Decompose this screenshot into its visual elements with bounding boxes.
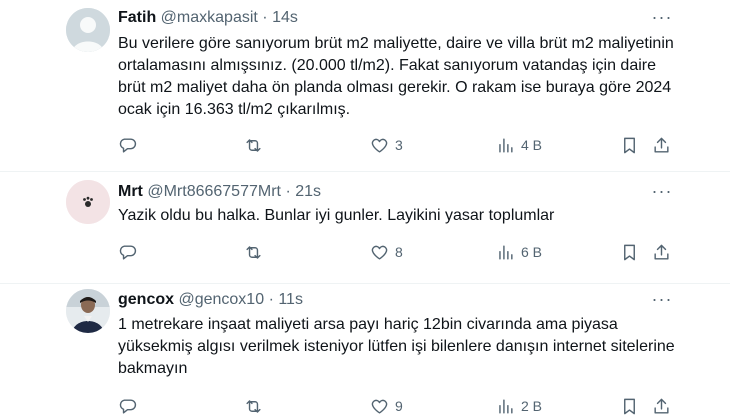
tweet[interactable]: gencox @gencox10 · 11s ··· 1 metrekare i… — [0, 284, 730, 420]
retweet-icon — [246, 399, 261, 413]
author-handle[interactable]: @Mrt86667577Mrt — [147, 183, 281, 200]
bookmark-icon — [624, 398, 635, 414]
more-options-icon[interactable]: ··· — [650, 290, 674, 312]
views-button[interactable]: 4 B — [496, 133, 542, 157]
like-button[interactable]: 8 — [370, 240, 403, 264]
tweet-actions: 3 4 B — [110, 133, 680, 157]
reply-icon — [119, 137, 137, 153]
retweet-button[interactable] — [244, 133, 269, 157]
heart-icon — [371, 245, 388, 260]
tweet[interactable]: Fatih @maxkapasit · 14s ··· Bu verilere … — [0, 0, 730, 171]
reply-button[interactable] — [118, 240, 143, 264]
separator: · — [268, 291, 274, 308]
default-avatar-icon — [66, 8, 110, 52]
share-icon — [654, 244, 669, 260]
author-name[interactable]: Mrt — [118, 183, 143, 200]
retweet-icon — [246, 245, 261, 259]
tweet-header: Mrt @Mrt86667577Mrt · 21s — [118, 182, 321, 202]
analytics-icon — [499, 137, 513, 153]
heart-icon — [371, 399, 388, 414]
tweet-actions: 8 6 B — [110, 240, 680, 264]
retweet-icon — [246, 138, 261, 152]
bookmark-button[interactable] — [620, 240, 639, 264]
bookmark-icon — [624, 244, 635, 260]
timestamp[interactable]: 11s — [278, 291, 303, 308]
more-options-icon[interactable]: ··· — [650, 182, 674, 204]
author-name[interactable]: Fatih — [118, 9, 156, 26]
bookmark-button[interactable] — [620, 394, 639, 418]
share-icon — [654, 137, 669, 153]
tweet-actions: 9 2 B — [110, 394, 680, 418]
separator: · — [262, 9, 268, 26]
view-count: 2 B — [521, 398, 543, 414]
avatar[interactable] — [66, 8, 110, 52]
analytics-icon — [499, 244, 513, 260]
avatar[interactable] — [66, 180, 110, 224]
like-button[interactable]: 3 — [370, 133, 403, 157]
views-button[interactable]: 6 B — [496, 240, 542, 264]
like-count: 9 — [395, 398, 403, 414]
retweet-button[interactable] — [244, 394, 269, 418]
retweet-button[interactable] — [244, 240, 269, 264]
views-button[interactable]: 2 B — [496, 394, 542, 418]
author-handle[interactable]: @maxkapasit — [161, 9, 258, 26]
share-icon — [654, 398, 669, 414]
bookmark-icon — [624, 137, 635, 153]
more-options-icon[interactable]: ··· — [650, 8, 674, 30]
paw-avatar-icon — [66, 180, 110, 224]
tweet-text: Bu verilere göre sanıyorum brüt m2 maliy… — [118, 35, 674, 118]
photo-avatar-icon — [66, 289, 110, 333]
tweet-text: Yazik oldu bu halka. Bunlar iyi gunler. … — [118, 207, 555, 224]
avatar[interactable] — [66, 289, 110, 333]
tweet[interactable]: Mrt @Mrt86667577Mrt · 21s ··· Yazik oldu… — [0, 172, 730, 283]
reply-button[interactable] — [118, 133, 143, 157]
share-button[interactable] — [652, 133, 671, 157]
reply-icon — [119, 398, 137, 414]
like-count: 8 — [395, 244, 403, 260]
share-button[interactable] — [652, 394, 671, 418]
author-handle[interactable]: @gencox10 — [178, 291, 264, 308]
analytics-icon — [499, 398, 513, 414]
view-count: 6 B — [521, 244, 543, 260]
heart-icon — [371, 138, 388, 153]
reply-icon — [119, 244, 137, 260]
tweet-header: Fatih @maxkapasit · 14s — [118, 8, 298, 28]
separator: · — [285, 183, 291, 200]
like-count: 3 — [395, 137, 403, 153]
timestamp[interactable]: 14s — [272, 9, 298, 26]
bookmark-button[interactable] — [620, 133, 639, 157]
tweet-text: 1 metrekare inşaat maliyeti arsa payı ha… — [118, 316, 675, 377]
author-name[interactable]: gencox — [118, 291, 174, 308]
reply-button[interactable] — [118, 394, 143, 418]
timestamp[interactable]: 21s — [295, 183, 321, 200]
like-button[interactable]: 9 — [370, 394, 403, 418]
tweet-header: gencox @gencox10 · 11s — [118, 290, 303, 310]
share-button[interactable] — [652, 240, 671, 264]
view-count: 4 B — [521, 137, 543, 153]
